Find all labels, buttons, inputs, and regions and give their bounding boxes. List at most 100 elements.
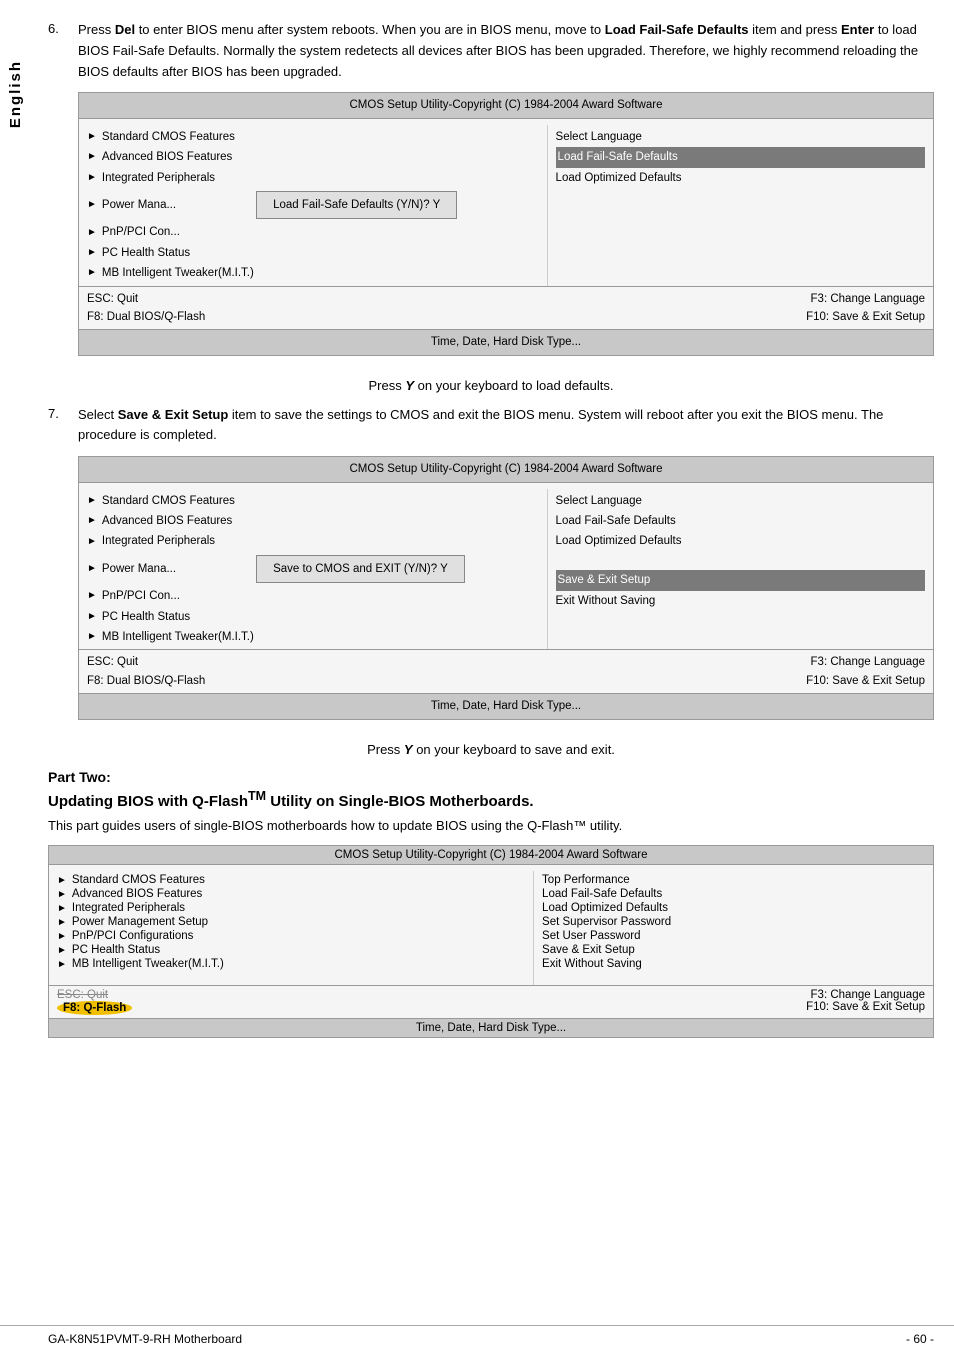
bios-screenshot-3: CMOS Setup Utility-Copyright (C) 1984-20… [48,845,934,1038]
arrow-icon: ► [87,493,97,509]
bios-3-item-2: ►Advanced BIOS Features [57,887,525,901]
arrow-icon: ► [87,534,97,550]
arrow-icon: ► [57,945,67,956]
bios-1-footer-left: ESC: Quit F8: Dual BIOS/Q-Flash [87,290,506,327]
bios-2-item-5: ►PnP/PCI Con... [87,586,539,606]
bios-3-right-7: Exit Without Saving [542,957,925,971]
bios-3-bottom: Time, Date, Hard Disk Type... [49,1018,933,1037]
bios-1-f8: F8: Dual BIOS/Q-Flash [87,308,506,326]
bios-1-footer: ESC: Quit F8: Dual BIOS/Q-Flash F3: Chan… [79,286,933,330]
bios-2-body: ►Standard CMOS Features ►Advanced BIOS F… [79,483,933,650]
bios-2-item-7: ►MB Intelligent Tweaker(M.I.T.) [87,627,539,647]
sidebar-label: English [7,60,24,128]
bios-1-f3: F3: Change Language [506,290,925,308]
bios-1-item-5: ►PnP/PCI Con... [87,222,539,242]
bios-3-f3: F3: Change Language [491,989,925,1001]
caption-1: Press Y on your keyboard to load default… [48,378,934,393]
arrow-icon: ► [57,875,67,886]
arrow-icon: ► [57,959,67,970]
bios-2-item-4: ►Power Mana... Save to CMOS and EXIT (Y/… [87,552,539,586]
arrow-icon: ► [87,629,97,645]
step-6-text: Press Del to enter BIOS menu after syste… [78,20,934,362]
arrow-icon: ► [57,903,67,914]
bios-1-footer-right: F3: Change Language F10: Save & Exit Set… [506,290,925,327]
bios-3-item-1: ►Standard CMOS Features [57,873,525,887]
bios-1-title: CMOS Setup Utility-Copyright (C) 1984-20… [79,93,933,118]
bios-2-right-3: Load Optimized Defaults [556,531,925,551]
bios-3-right-5: Set User Password [542,929,925,943]
bios-2-right-5: Exit Without Saving [556,591,925,611]
arrow-icon: ► [87,588,97,604]
bios-3-f10: F10: Save & Exit Setup [491,1001,925,1013]
bios-2-f3: F3: Change Language [506,653,925,671]
bios-3-right-1: Top Performance [542,873,925,887]
bios-1-left: ►Standard CMOS Features ►Advanced BIOS F… [79,125,548,286]
part-two-subheading: Updating BIOS with Q-FlashTM Utility on … [48,789,934,810]
arrow-icon: ► [87,149,97,165]
bios-2-right-1: Select Language [556,491,925,511]
bios-3-esc: ESC: Quit [57,989,491,1001]
step-6-block: 6. Press Del to enter BIOS menu after sy… [48,20,934,362]
bios-screenshot-1: CMOS Setup Utility-Copyright (C) 1984-20… [78,92,934,355]
arrow-icon: ► [87,245,97,261]
bios-3-body: ►Standard CMOS Features ►Advanced BIOS F… [49,865,933,985]
step-7-text: Select Save & Exit Setup item to save th… [78,405,934,726]
bios-3-left: ►Standard CMOS Features ►Advanced BIOS F… [49,871,534,985]
caption-2-y: Y [404,742,413,757]
bios-3-item-5: ►PnP/PCI Configurations [57,929,525,943]
bios-3-item-6: ►PC Health Status [57,943,525,957]
bios-3-right-6: Save & Exit Setup [542,943,925,957]
bios-screenshot-2: CMOS Setup Utility-Copyright (C) 1984-20… [78,456,934,719]
bios-3-title: CMOS Setup Utility-Copyright (C) 1984-20… [49,846,933,865]
bios-3-right-3: Load Optimized Defaults [542,901,925,915]
bios-2-item-2: ►Advanced BIOS Features [87,511,539,531]
page-footer: GA-K8N51PVMT-9-RH Motherboard - 60 - [0,1325,954,1352]
arrow-icon: ► [87,170,97,186]
bios-2-right-2: Load Fail-Safe Defaults [556,511,925,531]
bios-1-item-4: ►Power Mana... Load Fail-Safe Defaults (… [87,188,539,222]
bios-2-title: CMOS Setup Utility-Copyright (C) 1984-20… [79,457,933,482]
part-two-description: This part guides users of single-BIOS mo… [48,816,934,836]
bios-3-right-4: Set Supervisor Password [542,915,925,929]
bios-1-right-2: Load Fail-Safe Defaults [556,147,925,167]
arrow-icon: ► [87,225,97,241]
bios-3-item-4: ►Power Management Setup [57,915,525,929]
bios-3-right-2: Load Fail-Safe Defaults [542,887,925,901]
bios-2-item-3: ►Integrated Peripherals [87,531,539,551]
bios-2-dialog: Save to CMOS and EXIT (Y/N)? Y [256,555,465,583]
bios-3-right: Top Performance Load Fail-Safe Defaults … [534,871,933,985]
bios-1-right: Select Language Load Fail-Safe Defaults … [548,125,933,286]
bios-2-footer-right: F3: Change Language F10: Save & Exit Set… [506,653,925,690]
bios-3-f8: F8: Q-Flash [57,1001,491,1015]
bios-2-footer: ESC: Quit F8: Dual BIOS/Q-Flash F3: Chan… [79,649,933,693]
f8-highlight: F8: Q-Flash [57,1001,132,1015]
main-content: 6. Press Del to enter BIOS menu after sy… [38,0,954,1064]
arrow-icon: ► [87,265,97,281]
bios-1-item-7: ►MB Intelligent Tweaker(M.I.T.) [87,263,539,283]
arrow-icon: ► [57,931,67,942]
bios-2-left: ►Standard CMOS Features ►Advanced BIOS F… [79,489,548,650]
step-6-enter: Enter [841,22,874,37]
bios-2-f8: F8: Dual BIOS/Q-Flash [87,672,506,690]
bios-1-bottom: Time, Date, Hard Disk Type... [79,329,933,354]
bios-1-body: ►Standard CMOS Features ►Advanced BIOS F… [79,119,933,286]
arrow-icon: ► [87,129,97,145]
bios-1-esc: ESC: Quit [87,290,506,308]
bios-1-right-3: Load Optimized Defaults [556,168,925,188]
bios-1-dialog: Load Fail-Safe Defaults (Y/N)? Y [256,191,457,219]
caption-2: Press Y on your keyboard to save and exi… [48,742,934,757]
bios-3-item-3: ►Integrated Peripherals [57,901,525,915]
bios-2-item-6: ►PC Health Status [87,607,539,627]
bios-1-item-6: ►PC Health Status [87,243,539,263]
bios-1-item-1: ►Standard CMOS Features [87,127,539,147]
bios-3-footer-left: ESC: Quit F8: Q-Flash [57,989,491,1015]
part-two-heading: Part Two: [48,769,934,785]
step-7-block: 7. Select Save & Exit Setup item to save… [48,405,934,726]
bios-3-item-7: ►MB Intelligent Tweaker(M.I.T.) [57,957,525,971]
bios-1-f10: F10: Save & Exit Setup [506,308,925,326]
bios-2-bottom: Time, Date, Hard Disk Type... [79,693,933,718]
arrow-icon: ► [87,197,97,213]
step-6-del: Del [115,22,135,37]
step-7-save: Save & Exit Setup [118,407,229,422]
footer-right: - 60 - [906,1332,934,1346]
